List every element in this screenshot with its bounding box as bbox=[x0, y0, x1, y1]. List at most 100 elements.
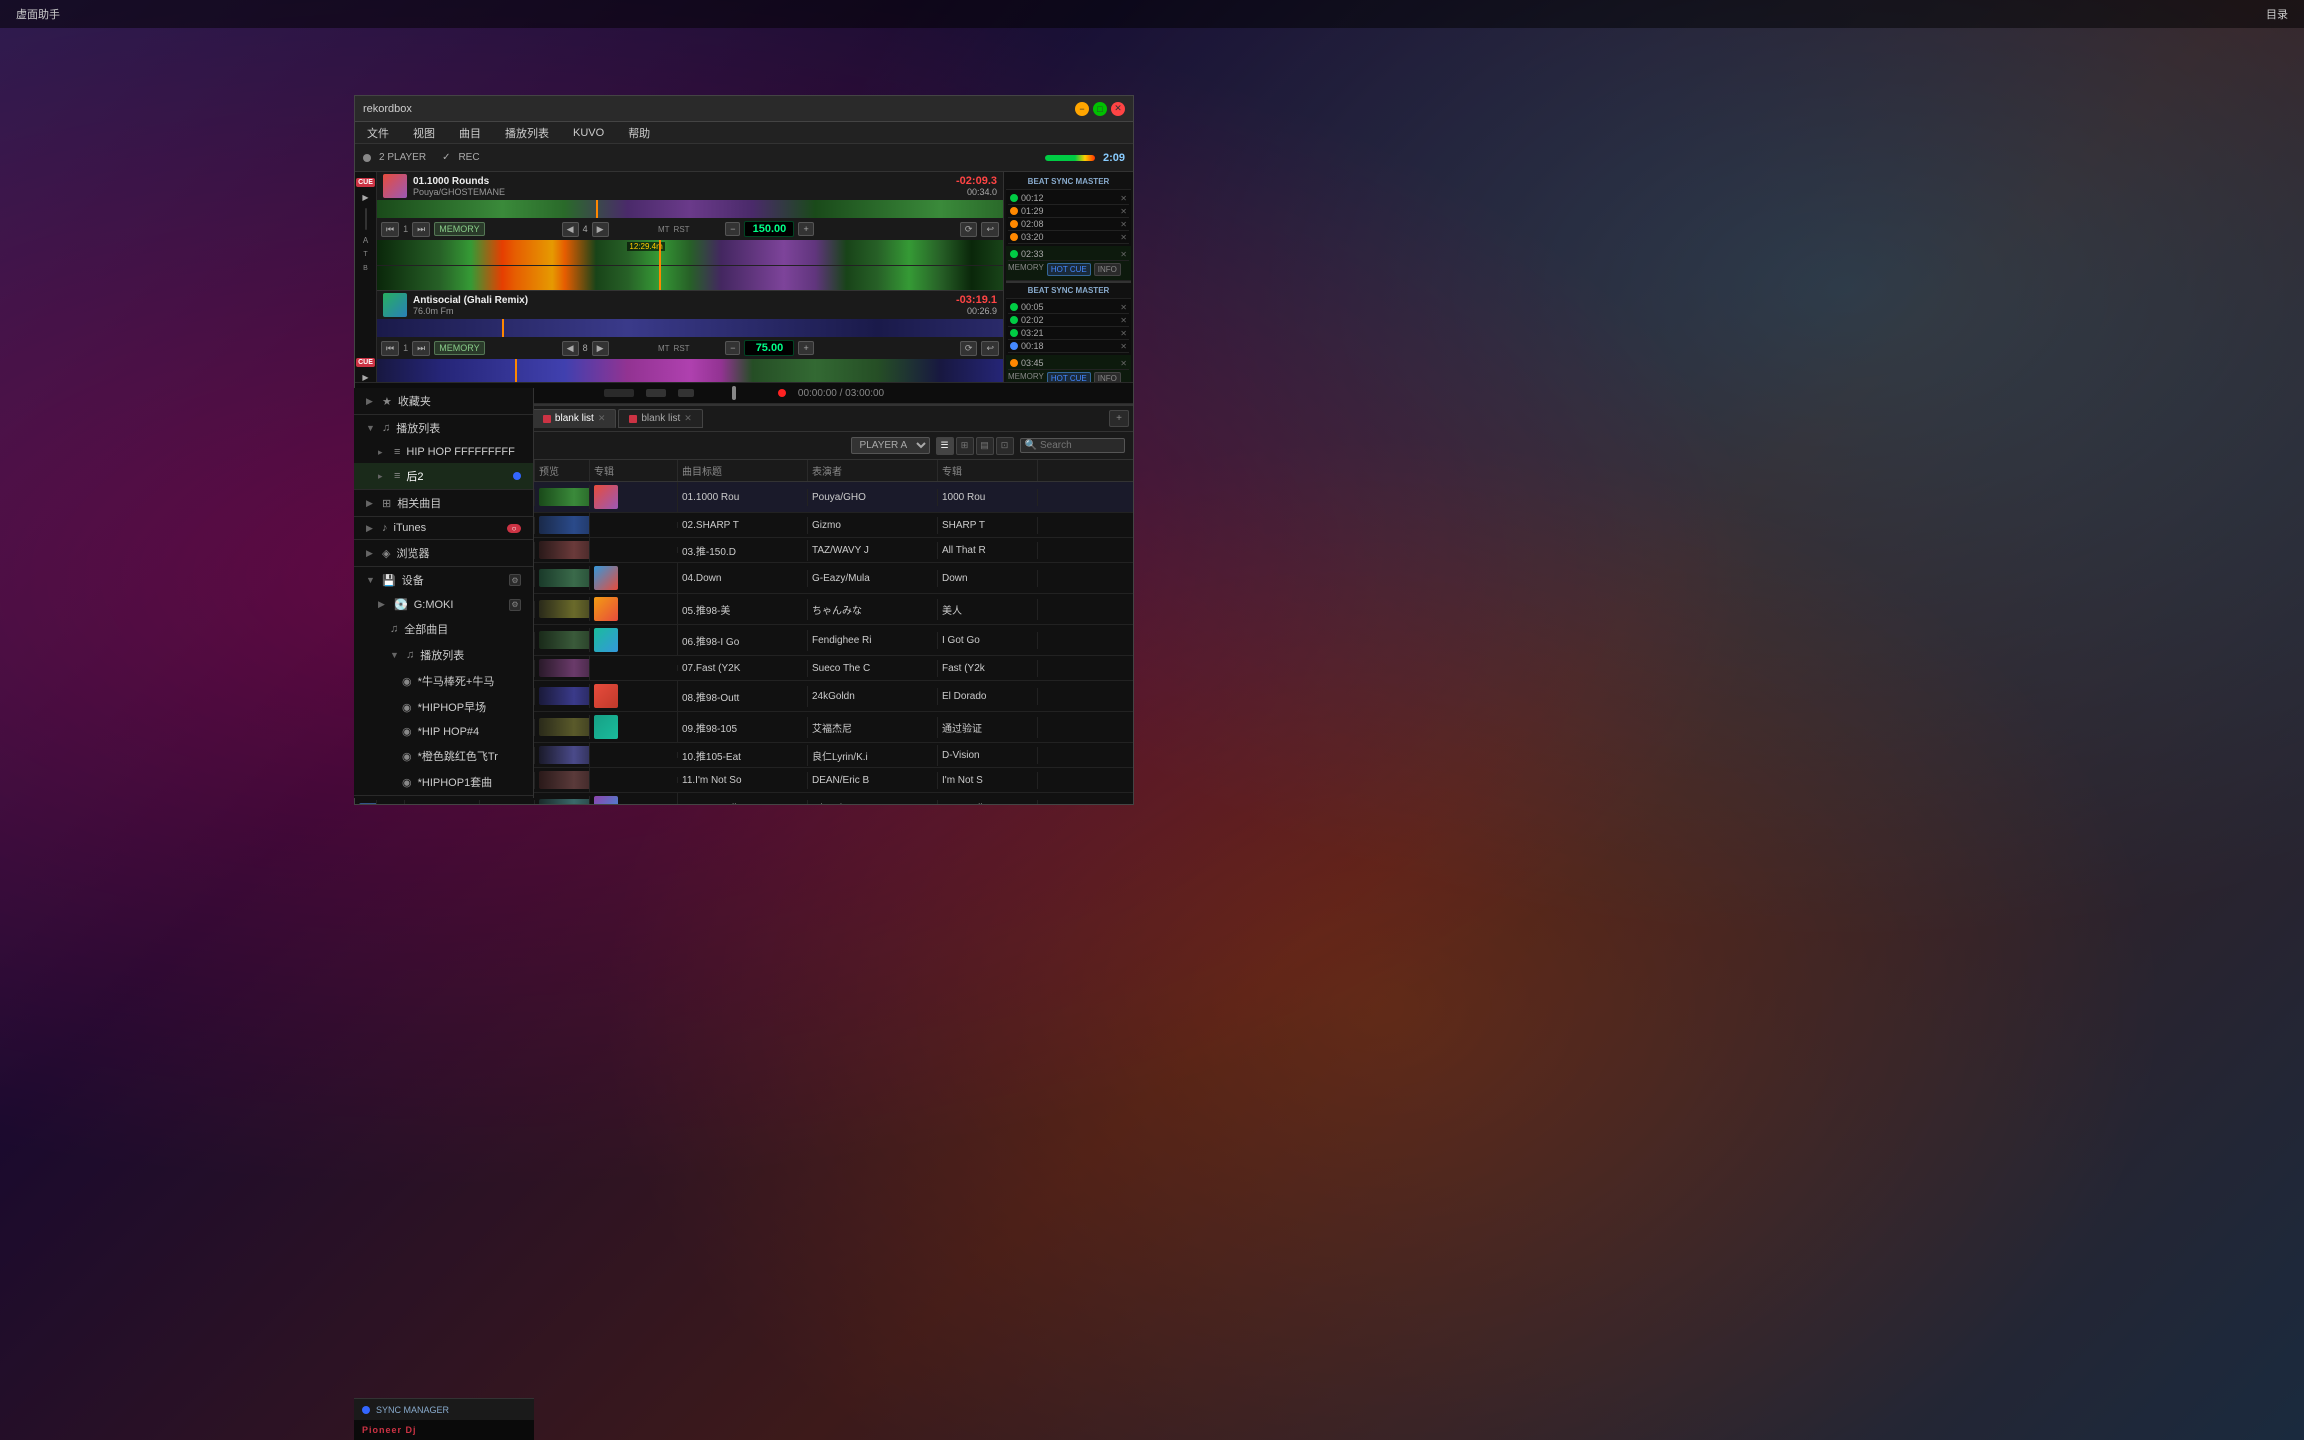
tab-close-4[interactable]: ✕ bbox=[684, 413, 692, 424]
cue-close-d2-3[interactable]: ✕ bbox=[1120, 329, 1127, 338]
sidebar-item-hiphop1[interactable]: ◉ *HIPHOP1套曲 bbox=[354, 769, 533, 795]
deck2-memory-btn[interactable]: MEMORY bbox=[434, 341, 484, 355]
orange-label: *橙色跳红色飞Tr bbox=[418, 748, 498, 764]
deck2-loop-set[interactable]: ⟳ bbox=[960, 341, 978, 356]
deck1-minus-btn[interactable]: − bbox=[725, 222, 740, 236]
td-album-6: I Got Go bbox=[938, 632, 1038, 649]
devices-settings-icon[interactable]: ⚙ bbox=[509, 574, 521, 586]
deck1-hot-cue-btn[interactable]: HOT CUE bbox=[1047, 263, 1091, 276]
deck1-prev-btn[interactable]: ⏮ bbox=[381, 222, 399, 237]
search-input[interactable] bbox=[1040, 440, 1120, 451]
view-grid-btn[interactable]: ⊞ bbox=[956, 437, 974, 455]
cue-button-deck2[interactable]: CUE bbox=[356, 358, 375, 367]
minimize-button[interactable]: − bbox=[1075, 102, 1089, 116]
deck2-loop-out[interactable]: ↩ bbox=[981, 341, 999, 356]
menu-kuvo[interactable]: KUVO bbox=[569, 125, 608, 141]
deck2-minus-btn[interactable]: − bbox=[725, 341, 740, 355]
menu-file[interactable]: 文件 bbox=[363, 123, 393, 143]
sidebar-item-hou2[interactable]: ▸ ≡ 后2 bbox=[354, 463, 533, 489]
sidebar-item-browser[interactable]: ▶ ◈ 浏览器 bbox=[354, 540, 533, 566]
th-preview[interactable]: 预览 bbox=[535, 460, 590, 481]
sidebar-item-hiphop-early[interactable]: ◉ *HIPHOP早场 bbox=[354, 694, 533, 720]
beat-label-deck1: T bbox=[363, 251, 367, 259]
cue-close-1[interactable]: ✕ bbox=[1120, 194, 1127, 203]
deck1-loop-out[interactable]: ↩ bbox=[981, 222, 999, 237]
sidebar-item-all-tracks[interactable]: ♫ 全部曲目 bbox=[354, 616, 533, 642]
td-art-3 bbox=[590, 547, 678, 553]
cue-close-2[interactable]: ✕ bbox=[1120, 207, 1127, 216]
view-art-btn[interactable]: ⊡ bbox=[996, 437, 1014, 455]
td-preview-6 bbox=[535, 628, 590, 652]
playlist-tab-3[interactable]: blank list ✕ bbox=[532, 409, 616, 428]
th-title[interactable]: 曲目标题 bbox=[678, 460, 808, 481]
sidebar-item-niuma[interactable]: ◉ *牛马棒死+牛马 bbox=[354, 668, 533, 694]
sidebar-item-orange[interactable]: ◉ *橙色跳红色飞Tr bbox=[354, 743, 533, 769]
deck1-waveform-overview[interactable] bbox=[377, 200, 1003, 218]
cue-close-d2-2[interactable]: ✕ bbox=[1120, 316, 1127, 325]
deck2-next-btn[interactable]: ⏭ bbox=[412, 341, 430, 356]
deck2-loop-back[interactable]: ◀ bbox=[562, 341, 579, 356]
th-artist[interactable]: 表演者 bbox=[808, 460, 938, 481]
sidebar-item-favorites[interactable]: ▶ ★ 收藏夹 bbox=[354, 388, 533, 414]
sidebar-item-device-playlists[interactable]: ▼ ♫ 播放列表 bbox=[354, 642, 533, 668]
deck2-waveform-main[interactable] bbox=[377, 359, 1003, 382]
td-artist-10: 良仁Lyrin/K.i bbox=[808, 745, 938, 766]
deck2-waveform-overview[interactable] bbox=[377, 319, 1003, 337]
deck2-prev-btn[interactable]: ⏮ bbox=[381, 341, 399, 356]
maximize-button[interactable]: □ bbox=[1093, 102, 1107, 116]
close-button[interactable]: ✕ bbox=[1111, 102, 1125, 116]
play-button-deck1[interactable]: ▶ bbox=[362, 193, 368, 202]
cue-close-5[interactable]: ✕ bbox=[1120, 250, 1127, 259]
cue-button-deck1[interactable]: CUE bbox=[356, 178, 375, 187]
tab-close-3[interactable]: ✕ bbox=[598, 413, 606, 424]
cue-close-d2-1[interactable]: ✕ bbox=[1120, 303, 1127, 312]
deck1-loop-fwd[interactable]: ▶ bbox=[592, 222, 609, 237]
deck2-info-btn[interactable]: INFO bbox=[1094, 372, 1121, 382]
add-list-btn[interactable]: + bbox=[1109, 410, 1129, 427]
deck1-plus-btn[interactable]: + bbox=[798, 222, 813, 236]
menu-playlist[interactable]: 播放列表 bbox=[501, 123, 553, 143]
td-title-7: 07.Fast (Y2K bbox=[678, 660, 808, 677]
th-album[interactable]: 专辑 bbox=[938, 460, 1038, 481]
cue-dot-1 bbox=[1010, 194, 1018, 202]
sidebar-item-playlists[interactable]: ▼ ♫ 播放列表 bbox=[354, 415, 533, 441]
rec-button[interactable]: ✓ bbox=[442, 152, 450, 163]
sidebar-section-itunes: ▶ ♪ iTunes ○ bbox=[354, 517, 533, 540]
deck2-loop-fwd[interactable]: ▶ bbox=[592, 341, 609, 356]
td-art-11 bbox=[590, 777, 678, 783]
deck1-waveform-main[interactable]: 12:29.4m bbox=[377, 240, 1003, 290]
deck1-memory-btn[interactable]: MEMORY bbox=[434, 222, 484, 236]
cue-close-4[interactable]: ✕ bbox=[1120, 233, 1127, 242]
sidebar-item-hiphop[interactable]: ▸ ≡ HIP HOP FFFFFFFFF bbox=[354, 441, 533, 463]
th-album-img[interactable]: 专辑 bbox=[590, 460, 678, 481]
sidebar-item-gmoki[interactable]: ▶ 💽 G:MOKI ⚙ bbox=[354, 593, 533, 616]
player-select[interactable]: PLAYER A bbox=[851, 437, 930, 454]
main-toolbar: 2 PLAYER ✓ REC 2:09 bbox=[355, 144, 1133, 172]
deck2-hot-cue-btn[interactable]: HOT CUE bbox=[1047, 372, 1091, 382]
view-large-btn[interactable]: ▤ bbox=[976, 437, 994, 455]
cue-close-3[interactable]: ✕ bbox=[1120, 220, 1127, 229]
pitch-slider-deck1[interactable] bbox=[365, 208, 367, 230]
deck1-loop-back[interactable]: ◀ bbox=[562, 222, 579, 237]
playlist-tab-4[interactable]: blank list ✕ bbox=[618, 409, 702, 428]
sidebar-item-itunes[interactable]: ▶ ♪ iTunes ○ bbox=[354, 517, 533, 539]
deck2-hot-cue-section: 03:45 ✕ MEMORY HOT CUE INFO bbox=[1006, 355, 1131, 382]
sidebar-item-hiphop4[interactable]: ◉ *HIP HOP#4 bbox=[354, 720, 533, 743]
player-mode-label[interactable]: 2 PLAYER bbox=[379, 152, 426, 163]
gmoki-settings-icon[interactable]: ⚙ bbox=[509, 599, 521, 611]
deck1-next-btn[interactable]: ⏭ bbox=[412, 222, 430, 237]
volume-control bbox=[1045, 155, 1095, 161]
play-button-deck2[interactable]: ▶ bbox=[362, 373, 368, 382]
deck1-info-btn[interactable]: INFO bbox=[1094, 263, 1121, 276]
deck1-loop-set[interactable]: ⟳ bbox=[960, 222, 978, 237]
view-list-btn[interactable]: ☰ bbox=[936, 437, 954, 455]
td-artist-2: Gizmo bbox=[808, 517, 938, 534]
menu-track[interactable]: 曲目 bbox=[455, 123, 485, 143]
cue-close-d2-4[interactable]: ✕ bbox=[1120, 342, 1127, 351]
menu-view[interactable]: 视图 bbox=[409, 123, 439, 143]
sidebar-item-devices[interactable]: ▼ 💾 设备 ⚙ bbox=[354, 567, 533, 593]
sidebar-item-related[interactable]: ▶ ⊞ 相关曲目 bbox=[354, 490, 533, 516]
menu-help[interactable]: 帮助 bbox=[624, 123, 654, 143]
cue-close-d2-5[interactable]: ✕ bbox=[1120, 359, 1127, 368]
deck2-plus-btn[interactable]: + bbox=[798, 341, 813, 355]
